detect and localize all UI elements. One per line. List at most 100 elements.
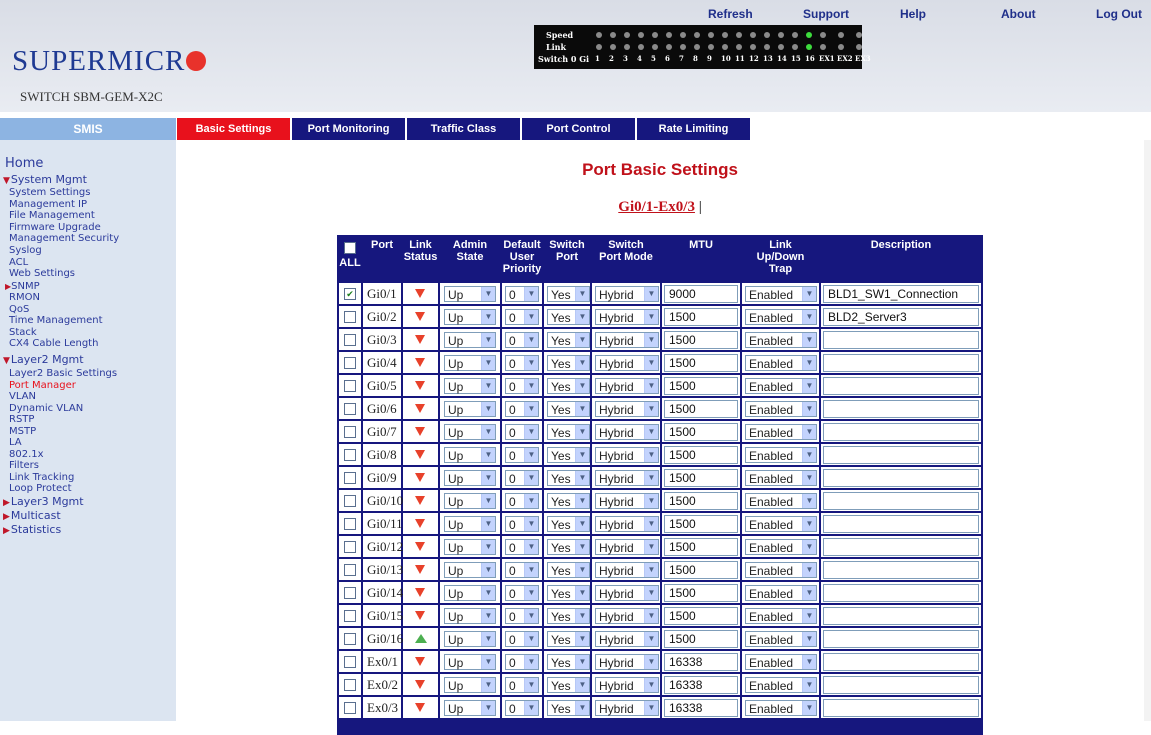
sidebar-item-management-security[interactable]: Management Security bbox=[9, 234, 119, 244]
admin-state-select[interactable]: Up ▼ bbox=[444, 585, 496, 601]
row-select-checkbox[interactable] bbox=[344, 564, 356, 576]
port-range-link[interactable]: Gi0/1-Ex0/3 bbox=[618, 199, 695, 215]
link-trap-select[interactable]: Enabled ▼ bbox=[745, 654, 817, 670]
mtu-input[interactable]: 1500 bbox=[664, 446, 738, 464]
mtu-input[interactable]: 1500 bbox=[664, 515, 738, 533]
description-input[interactable] bbox=[823, 676, 979, 694]
description-input[interactable] bbox=[823, 538, 979, 556]
switch-port-select[interactable]: Yes ▼ bbox=[547, 493, 590, 509]
description-input[interactable] bbox=[823, 377, 979, 395]
row-select-checkbox[interactable] bbox=[344, 334, 356, 346]
switch-port-mode-select[interactable]: Hybrid ▼ bbox=[595, 562, 659, 578]
admin-state-select[interactable]: Up ▼ bbox=[444, 332, 496, 348]
admin-state-select[interactable]: Up ▼ bbox=[444, 677, 496, 693]
switch-port-mode-select[interactable]: Hybrid ▼ bbox=[595, 378, 659, 394]
switch-port-select[interactable]: Yes ▼ bbox=[547, 631, 590, 647]
sidebar-item-link-tracking[interactable]: Link Tracking bbox=[9, 472, 74, 483]
link-trap-select[interactable]: Enabled ▼ bbox=[745, 355, 817, 371]
switch-port-select[interactable]: Yes ▼ bbox=[547, 447, 590, 463]
sidebar-item-cx4-cable-length[interactable]: CX4 Cable Length bbox=[9, 339, 98, 349]
user-priority-select[interactable]: 0 ▼ bbox=[505, 286, 539, 302]
switch-port-select[interactable]: Yes ▼ bbox=[547, 585, 590, 601]
switch-port-mode-select[interactable]: Hybrid ▼ bbox=[595, 631, 659, 647]
sidebar-item-802-1x[interactable]: 802.1x bbox=[9, 449, 44, 460]
switch-port-mode-select[interactable]: Hybrid ▼ bbox=[595, 585, 659, 601]
admin-state-select[interactable]: Up ▼ bbox=[444, 286, 496, 302]
admin-state-select[interactable]: Up ▼ bbox=[444, 654, 496, 670]
mtu-input[interactable]: 1500 bbox=[664, 630, 738, 648]
refresh-link[interactable]: Refresh bbox=[708, 7, 753, 21]
user-priority-select[interactable]: 0 ▼ bbox=[505, 677, 539, 693]
description-input[interactable] bbox=[823, 699, 979, 717]
admin-state-select[interactable]: Up ▼ bbox=[444, 631, 496, 647]
admin-state-select[interactable]: Up ▼ bbox=[444, 539, 496, 555]
sidebar-home[interactable]: Home bbox=[5, 156, 43, 171]
user-priority-select[interactable]: 0 ▼ bbox=[505, 562, 539, 578]
link-trap-select[interactable]: Enabled ▼ bbox=[745, 700, 817, 716]
tab-traffic-class[interactable]: Traffic Class bbox=[407, 118, 520, 140]
admin-state-select[interactable]: Up ▼ bbox=[444, 493, 496, 509]
mtu-input[interactable]: 1500 bbox=[664, 400, 738, 418]
link-trap-select[interactable]: Enabled ▼ bbox=[745, 447, 817, 463]
sidebar-section-statistics[interactable]: ▶Statistics bbox=[3, 523, 61, 536]
row-select-checkbox[interactable] bbox=[344, 702, 356, 714]
user-priority-select[interactable]: 0 ▼ bbox=[505, 700, 539, 716]
switch-port-mode-select[interactable]: Hybrid ▼ bbox=[595, 539, 659, 555]
switch-port-select[interactable]: Yes ▼ bbox=[547, 355, 590, 371]
description-input[interactable] bbox=[823, 331, 979, 349]
user-priority-select[interactable]: 0 ▼ bbox=[505, 516, 539, 532]
sidebar-item-vlan[interactable]: VLAN bbox=[9, 392, 36, 402]
switch-port-select[interactable]: Yes ▼ bbox=[547, 677, 590, 693]
mtu-input[interactable]: 1500 bbox=[664, 538, 738, 556]
switch-port-select[interactable]: Yes ▼ bbox=[547, 516, 590, 532]
description-input[interactable] bbox=[823, 630, 979, 648]
switch-port-mode-select[interactable]: Hybrid ▼ bbox=[595, 424, 659, 440]
row-select-checkbox[interactable] bbox=[344, 311, 356, 323]
switch-port-mode-select[interactable]: Hybrid ▼ bbox=[595, 608, 659, 624]
switch-port-select[interactable]: Yes ▼ bbox=[547, 608, 590, 624]
logout-link[interactable]: Log Out bbox=[1096, 7, 1142, 21]
mtu-input[interactable]: 1500 bbox=[664, 561, 738, 579]
mtu-input[interactable]: 1500 bbox=[664, 423, 738, 441]
description-input[interactable] bbox=[823, 469, 979, 487]
user-priority-select[interactable]: 0 ▼ bbox=[505, 424, 539, 440]
user-priority-select[interactable]: 0 ▼ bbox=[505, 447, 539, 463]
switch-port-select[interactable]: Yes ▼ bbox=[547, 286, 590, 302]
row-select-checkbox[interactable] bbox=[344, 403, 356, 415]
description-input[interactable] bbox=[823, 400, 979, 418]
switch-port-mode-select[interactable]: Hybrid ▼ bbox=[595, 470, 659, 486]
row-select-checkbox[interactable] bbox=[344, 449, 356, 461]
sidebar-item-rstp[interactable]: RSTP bbox=[9, 415, 34, 425]
tab-port-control[interactable]: Port Control bbox=[522, 118, 635, 140]
user-priority-select[interactable]: 0 ▼ bbox=[505, 493, 539, 509]
switch-port-mode-select[interactable]: Hybrid ▼ bbox=[595, 447, 659, 463]
row-select-checkbox[interactable] bbox=[344, 610, 356, 622]
sidebar-item-filters[interactable]: Filters bbox=[9, 461, 39, 471]
mtu-input[interactable]: 16338 bbox=[664, 653, 738, 671]
about-link[interactable]: About bbox=[1001, 7, 1036, 21]
admin-state-select[interactable]: Up ▼ bbox=[444, 424, 496, 440]
description-input[interactable] bbox=[823, 607, 979, 625]
sidebar-item-syslog[interactable]: Syslog bbox=[9, 246, 42, 256]
switch-port-mode-select[interactable]: Hybrid ▼ bbox=[595, 654, 659, 670]
user-priority-select[interactable]: 0 ▼ bbox=[505, 631, 539, 647]
link-trap-select[interactable]: Enabled ▼ bbox=[745, 539, 817, 555]
sidebar-section-layer2-mgmt[interactable]: ▼Layer2 Mgmt bbox=[3, 353, 84, 366]
description-input[interactable] bbox=[823, 515, 979, 533]
link-trap-select[interactable]: Enabled ▼ bbox=[745, 516, 817, 532]
description-input[interactable] bbox=[823, 561, 979, 579]
help-link[interactable]: Help bbox=[900, 7, 926, 21]
sidebar-section-system-mgmt[interactable]: ▼System Mgmt bbox=[3, 173, 87, 186]
sidebar-item-port-manager[interactable]: Port Manager bbox=[9, 380, 76, 391]
mtu-input[interactable]: 1500 bbox=[664, 584, 738, 602]
sidebar-item-management-ip[interactable]: Management IP bbox=[9, 199, 87, 210]
switch-port-select[interactable]: Yes ▼ bbox=[547, 424, 590, 440]
switch-port-select[interactable]: Yes ▼ bbox=[547, 654, 590, 670]
switch-port-mode-select[interactable]: Hybrid ▼ bbox=[595, 286, 659, 302]
switch-port-select[interactable]: Yes ▼ bbox=[547, 700, 590, 716]
tab-rate-limiting[interactable]: Rate Limiting bbox=[637, 118, 750, 140]
link-trap-select[interactable]: Enabled ▼ bbox=[745, 332, 817, 348]
sidebar-item-la[interactable]: LA bbox=[9, 438, 22, 448]
mtu-input[interactable]: 1500 bbox=[664, 354, 738, 372]
row-select-checkbox[interactable] bbox=[344, 380, 356, 392]
